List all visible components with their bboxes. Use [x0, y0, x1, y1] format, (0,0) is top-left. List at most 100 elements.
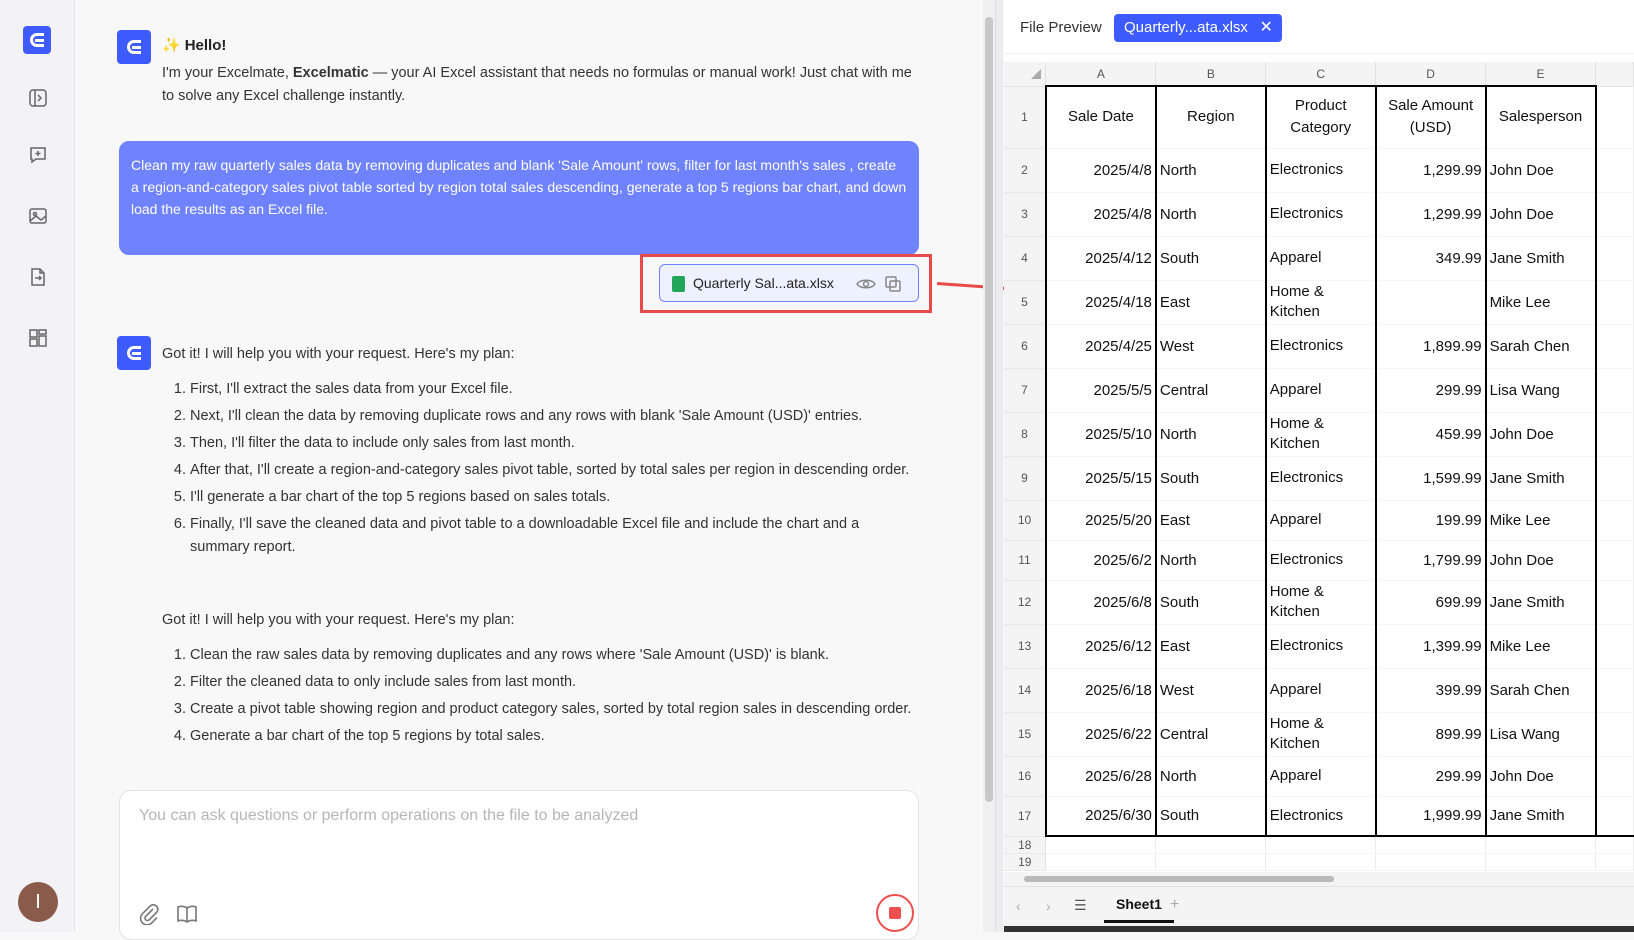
file-convert-icon[interactable] [28, 267, 48, 287]
table-cell[interactable]: Home & Kitchen [1264, 280, 1377, 325]
table-cell[interactable]: West [1154, 324, 1267, 369]
row-number[interactable]: 9 [1004, 456, 1047, 501]
sidebar-toggle-icon[interactable] [28, 88, 48, 108]
stop-button[interactable] [876, 894, 914, 932]
table-cell[interactable]: Electronics [1264, 540, 1377, 581]
table-cell[interactable]: 2025/6/30 [1044, 796, 1157, 837]
header-cell[interactable]: Sale Amount (USD) [1374, 85, 1487, 149]
table-cell[interactable]: 1,799.99 [1374, 540, 1487, 581]
empty-cell[interactable] [1485, 853, 1597, 871]
table-cell[interactable]: 899.99 [1374, 712, 1487, 757]
table-cell[interactable] [1374, 280, 1487, 325]
table-cell[interactable]: West [1154, 668, 1267, 713]
dashboard-icon[interactable] [28, 328, 48, 348]
column-header[interactable]: D [1375, 62, 1487, 87]
book-icon[interactable] [176, 903, 198, 925]
new-chat-icon[interactable] [28, 145, 48, 165]
table-cell[interactable]: 2025/4/25 [1044, 324, 1157, 369]
table-cell[interactable]: Home & Kitchen [1264, 412, 1377, 457]
table-cell[interactable]: South [1154, 236, 1267, 281]
table-cell[interactable]: East [1154, 500, 1267, 541]
row-number[interactable]: 13 [1004, 624, 1047, 669]
table-cell[interactable]: South [1154, 456, 1267, 501]
empty-cell[interactable] [1265, 853, 1377, 871]
attached-file-chip[interactable]: Quarterly Sal...ata.xlsx [659, 264, 919, 302]
table-cell[interactable]: Mike Lee [1484, 500, 1597, 541]
row-number[interactable]: 5 [1004, 280, 1047, 325]
table-cell[interactable]: 2025/6/18 [1044, 668, 1157, 713]
table-cell[interactable]: Jane Smith [1484, 236, 1597, 281]
table-cell[interactable]: Jane Smith [1484, 580, 1597, 625]
sheet-menu-icon[interactable]: ☰ [1074, 897, 1087, 914]
table-cell[interactable]: North [1154, 412, 1267, 457]
table-cell[interactable]: 299.99 [1374, 756, 1487, 797]
table-cell[interactable]: Electronics [1264, 148, 1377, 193]
table-cell[interactable]: 2025/5/15 [1044, 456, 1157, 501]
empty-cell[interactable] [1595, 853, 1634, 871]
empty-cell[interactable] [1595, 280, 1634, 325]
empty-cell[interactable] [1595, 712, 1634, 757]
row-number[interactable]: 2 [1004, 148, 1047, 193]
table-cell[interactable]: Lisa Wang [1484, 712, 1597, 757]
row-number[interactable]: 3 [1004, 192, 1047, 237]
table-cell[interactable]: Jane Smith [1484, 456, 1597, 501]
row-number[interactable]: 18 [1004, 836, 1047, 854]
column-header[interactable]: B [1155, 62, 1267, 87]
table-cell[interactable]: East [1154, 624, 1267, 669]
table-cell[interactable]: 299.99 [1374, 368, 1487, 413]
table-cell[interactable]: South [1154, 580, 1267, 625]
table-cell[interactable]: Electronics [1264, 624, 1377, 669]
table-cell[interactable]: Electronics [1264, 192, 1377, 237]
spreadsheet-grid[interactable]: A B C D E 1 Sale Date Region Product Category Sal… [1004, 62, 1634, 882]
empty-cell[interactable] [1595, 456, 1634, 501]
table-cell[interactable]: North [1154, 192, 1267, 237]
empty-cell[interactable] [1595, 540, 1634, 581]
row-number[interactable]: 19 [1004, 853, 1047, 871]
horizontal-scrollbar[interactable] [1004, 872, 1634, 886]
table-cell[interactable]: 2025/5/10 [1044, 412, 1157, 457]
sheet-tab-sheet1[interactable]: Sheet1 [1104, 887, 1174, 923]
table-cell[interactable]: 2025/5/5 [1044, 368, 1157, 413]
row-number[interactable]: 10 [1004, 500, 1047, 541]
row-number[interactable]: 8 [1004, 412, 1047, 457]
table-cell[interactable]: Sarah Chen [1484, 668, 1597, 713]
chat-scrollbar-thumb[interactable] [985, 17, 993, 802]
preview-eye-icon[interactable] [856, 275, 876, 293]
table-cell[interactable]: North [1154, 540, 1267, 581]
empty-cell[interactable] [1595, 796, 1634, 837]
prev-sheet-icon[interactable]: ‹ [1016, 898, 1021, 914]
empty-cell[interactable] [1595, 756, 1634, 797]
empty-cell[interactable] [1595, 192, 1634, 237]
table-cell[interactable]: 199.99 [1374, 500, 1487, 541]
column-header[interactable]: E [1485, 62, 1597, 87]
table-cell[interactable]: Central [1154, 712, 1267, 757]
table-cell[interactable]: 2025/6/28 [1044, 756, 1157, 797]
table-cell[interactable]: Apparel [1264, 756, 1377, 797]
empty-cell[interactable] [1155, 853, 1267, 871]
chat-input[interactable] [137, 805, 897, 855]
empty-cell[interactable] [1045, 853, 1157, 871]
table-cell[interactable]: 2025/4/12 [1044, 236, 1157, 281]
empty-cell[interactable] [1375, 836, 1487, 854]
empty-cell[interactable] [1595, 668, 1634, 713]
column-header[interactable] [1595, 62, 1634, 87]
empty-cell[interactable] [1595, 86, 1634, 149]
table-cell[interactable]: Electronics [1264, 796, 1377, 837]
pane-splitter[interactable] [995, 0, 1003, 932]
add-sheet-icon[interactable]: + [1170, 896, 1179, 914]
empty-cell[interactable] [1265, 836, 1377, 854]
table-cell[interactable]: 2025/4/18 [1044, 280, 1157, 325]
table-cell[interactable]: Home & Kitchen [1264, 712, 1377, 757]
table-cell[interactable]: 1,299.99 [1374, 192, 1487, 237]
table-cell[interactable]: 399.99 [1374, 668, 1487, 713]
row-number[interactable]: 16 [1004, 756, 1047, 797]
row-number[interactable]: 14 [1004, 668, 1047, 713]
table-cell[interactable]: 349.99 [1374, 236, 1487, 281]
table-cell[interactable]: 1,599.99 [1374, 456, 1487, 501]
table-cell[interactable]: 2025/4/8 [1044, 148, 1157, 193]
table-cell[interactable]: Jane Smith [1484, 796, 1597, 837]
close-icon[interactable]: ✕ [1260, 14, 1273, 42]
header-cell[interactable]: Region [1154, 85, 1267, 149]
table-cell[interactable]: 1,399.99 [1374, 624, 1487, 669]
empty-cell[interactable] [1595, 500, 1634, 541]
